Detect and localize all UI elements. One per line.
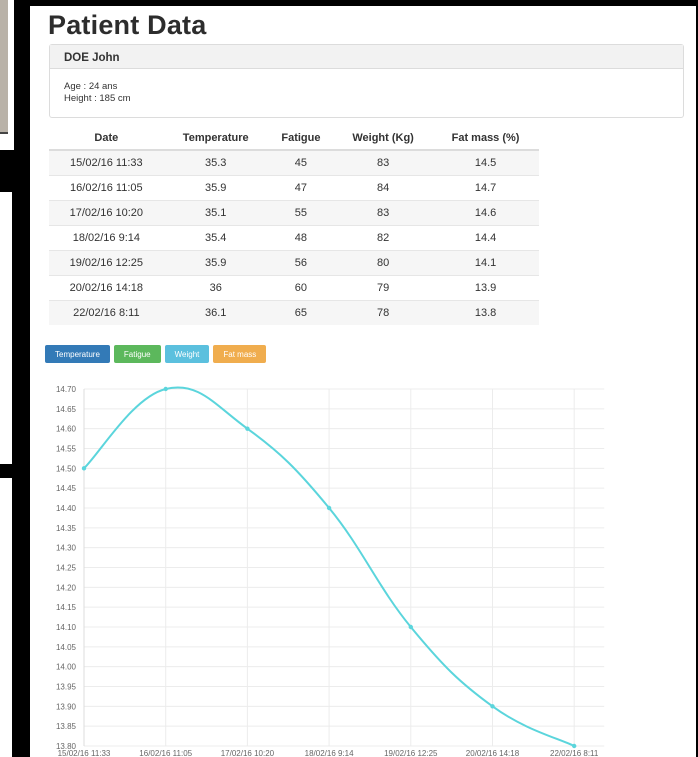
table-row: 19/02/16 12:25 35.9 56 80 14.1 bbox=[49, 250, 539, 276]
header-weight: Weight (Kg) bbox=[334, 127, 433, 151]
fat-mass-button[interactable]: Fat mass bbox=[213, 345, 267, 363]
cell-weight: 84 bbox=[334, 175, 433, 201]
series-toggle-group: Temperature Fatigue Weight Fat mass bbox=[45, 345, 267, 363]
cell-fat-mass: 14.7 bbox=[432, 175, 539, 201]
patient-age: Age : 24 ans bbox=[64, 81, 118, 92]
cell-date: 16/02/16 11:05 bbox=[49, 175, 164, 201]
y-tick-label: 14.50 bbox=[56, 464, 77, 473]
cell-weight: 82 bbox=[334, 225, 433, 251]
patient-panel: DOE John Age : 24 ans Height : 185 cm bbox=[49, 44, 684, 118]
y-tick-label: 14.15 bbox=[56, 603, 77, 612]
cell-fatigue: 65 bbox=[267, 300, 335, 325]
cell-fatigue: 60 bbox=[267, 275, 335, 301]
y-tick-label: 13.85 bbox=[56, 722, 77, 731]
x-tick-label: 18/02/16 9:14 bbox=[305, 749, 354, 757]
y-tick-label: 14.35 bbox=[56, 524, 77, 533]
background-window-edge-2 bbox=[0, 190, 12, 464]
cell-date: 17/02/16 10:20 bbox=[49, 200, 164, 226]
cursor-mark bbox=[540, 0, 542, 4]
fatigue-button[interactable]: Fatigue bbox=[113, 345, 161, 363]
data-point bbox=[163, 386, 168, 392]
table-header-row: Date Temperature Fatigue Weight (Kg) Fat… bbox=[49, 127, 539, 151]
table-row: 18/02/16 9:14 35.4 48 82 14.4 bbox=[49, 225, 539, 251]
cell-date: 18/02/16 9:14 bbox=[49, 225, 164, 251]
y-tick-label: 14.40 bbox=[56, 504, 77, 513]
cell-weight: 83 bbox=[334, 149, 433, 176]
x-tick-label: 15/02/16 11:33 bbox=[58, 749, 111, 757]
x-tick-label: 22/02/16 8:11 bbox=[550, 749, 599, 757]
data-point bbox=[490, 704, 495, 709]
background-window-fill bbox=[0, 0, 8, 134]
data-point bbox=[81, 466, 87, 471]
cell-temperature: 35.4 bbox=[163, 225, 268, 251]
cell-weight: 83 bbox=[334, 200, 433, 226]
data-point bbox=[245, 426, 250, 431]
cell-temperature: 35.9 bbox=[163, 175, 268, 201]
cell-fatigue: 45 bbox=[267, 149, 335, 176]
background-window-edge bbox=[0, 0, 16, 150]
cell-weight: 80 bbox=[334, 250, 433, 276]
cell-fat-mass: 14.1 bbox=[432, 250, 539, 276]
cell-fat-mass: 14.6 bbox=[432, 200, 539, 226]
cell-fat-mass: 13.9 bbox=[432, 275, 539, 301]
cell-fatigue: 55 bbox=[267, 200, 335, 226]
y-tick-label: 14.65 bbox=[56, 405, 77, 414]
cell-fat-mass: 14.4 bbox=[432, 225, 539, 251]
table-row: 16/02/16 11:05 35.9 47 84 14.7 bbox=[49, 175, 539, 201]
cell-fatigue: 48 bbox=[267, 225, 335, 251]
header-fat-mass: Fat mass (%) bbox=[432, 127, 539, 151]
weight-button[interactable]: Weight bbox=[164, 345, 210, 363]
cell-temperature: 35.3 bbox=[163, 149, 268, 176]
patient-info: Age : 24 ans Height : 185 cm bbox=[50, 69, 683, 105]
y-tick-label: 14.20 bbox=[56, 583, 77, 592]
measurements-table: Date Temperature Fatigue Weight (Kg) Fat… bbox=[49, 127, 539, 325]
cell-fat-mass: 14.5 bbox=[432, 149, 539, 176]
header-fatigue: Fatigue bbox=[267, 127, 335, 151]
table-row: 22/02/16 8:11 36.1 65 78 13.8 bbox=[49, 300, 539, 325]
y-tick-label: 14.05 bbox=[56, 643, 77, 652]
cell-temperature: 36.1 bbox=[163, 300, 268, 325]
data-point bbox=[408, 624, 413, 630]
fat-mass-line-chart: 14.70 14.65 14.60 14.55 14.50 14.45 14.40 14.35… bbox=[56, 385, 605, 757]
y-tick-label: 14.30 bbox=[56, 544, 77, 553]
cell-date: 19/02/16 12:25 bbox=[49, 250, 164, 276]
patient-name: DOE John bbox=[50, 45, 683, 69]
header-date: Date bbox=[49, 127, 164, 151]
cell-weight: 79 bbox=[334, 275, 433, 301]
cell-date: 20/02/16 14:18 bbox=[49, 275, 164, 301]
y-tick-label: 14.25 bbox=[56, 564, 77, 573]
cell-fatigue: 56 bbox=[267, 250, 335, 276]
cell-temperature: 36 bbox=[163, 275, 268, 301]
cell-fatigue: 47 bbox=[267, 175, 335, 201]
x-tick-label: 17/02/16 10:20 bbox=[221, 749, 275, 757]
x-tick-label: 16/02/16 11:05 bbox=[139, 749, 192, 757]
table-row: 17/02/16 10:20 35.1 55 83 14.6 bbox=[49, 200, 539, 226]
temperature-button[interactable]: Temperature bbox=[45, 345, 110, 363]
cell-weight: 78 bbox=[334, 300, 433, 325]
y-tick-label: 13.95 bbox=[56, 683, 77, 692]
patient-height: Height : 185 cm bbox=[64, 93, 131, 104]
patient-page: Patient Data DOE John Age : 24 ans Heigh… bbox=[30, 6, 696, 757]
y-tick-label: 13.90 bbox=[56, 702, 77, 711]
cell-temperature: 35.9 bbox=[163, 250, 268, 276]
cell-fat-mass: 13.8 bbox=[432, 300, 539, 325]
data-point bbox=[326, 505, 332, 511]
y-tick-label: 14.60 bbox=[56, 425, 77, 434]
x-tick-label: 19/02/16 12:25 bbox=[384, 749, 438, 757]
x-tick-label: 20/02/16 14:18 bbox=[466, 749, 520, 757]
cell-temperature: 35.1 bbox=[163, 200, 268, 226]
y-tick-label: 14.00 bbox=[56, 663, 77, 672]
header-temperature: Temperature bbox=[163, 127, 268, 151]
y-tick-label: 14.10 bbox=[56, 623, 77, 632]
table-row: 15/02/16 11:33 35.3 45 83 14.5 bbox=[49, 149, 539, 176]
page-title: Patient Data bbox=[48, 10, 207, 40]
table-row: 20/02/16 14:18 36 60 79 13.9 bbox=[49, 275, 539, 301]
cell-date: 22/02/16 8:11 bbox=[49, 300, 164, 325]
y-tick-label: 14.70 bbox=[56, 385, 77, 394]
background-window-edge-3 bbox=[0, 478, 12, 757]
y-tick-label: 14.55 bbox=[56, 445, 77, 454]
data-point bbox=[572, 743, 577, 749]
y-tick-label: 14.45 bbox=[56, 484, 77, 493]
cell-date: 15/02/16 11:33 bbox=[49, 149, 164, 176]
